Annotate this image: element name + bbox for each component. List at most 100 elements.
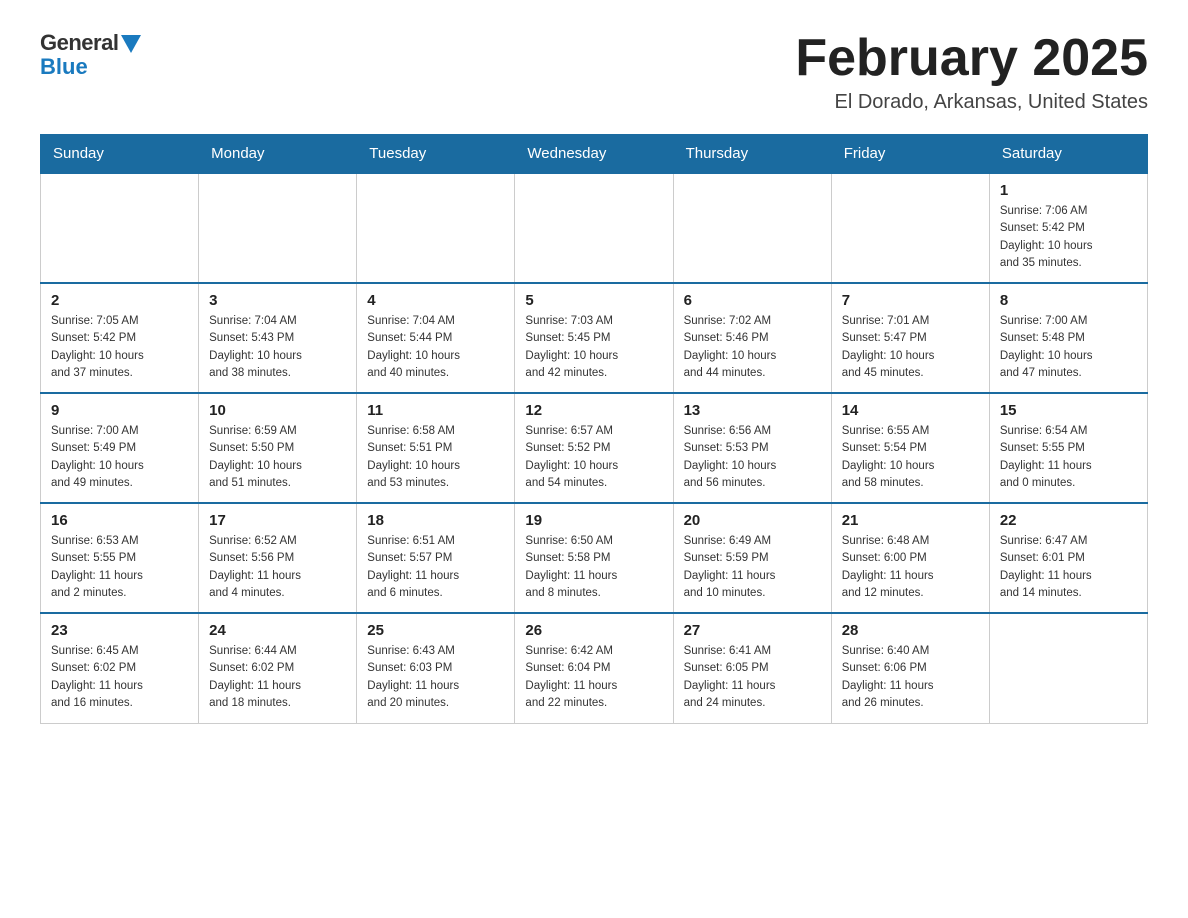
day-number: 22 xyxy=(1000,512,1137,529)
day-info: Sunrise: 6:56 AM Sunset: 5:53 PM Dayligh… xyxy=(684,423,821,492)
logo-general-text: General xyxy=(40,30,118,56)
calendar-cell: 11Sunrise: 6:58 AM Sunset: 5:51 PM Dayli… xyxy=(357,393,515,503)
day-number: 3 xyxy=(209,292,346,309)
calendar-cell: 8Sunrise: 7:00 AM Sunset: 5:48 PM Daylig… xyxy=(989,283,1147,393)
calendar-cell: 12 Sunrise: 6:57 AM Sunset: 5:52 PM Dayli… xyxy=(515,393,673,503)
day-info: Sunrise: 6:54 AM Sunset: 5:55 PM Dayligh… xyxy=(1000,423,1137,492)
title-section: February 2025 El Dorado, Arkansas, Unite… xyxy=(795,30,1148,114)
day-info: Sunrise: 6:55 AM Sunset: 5:54 PM Dayligh… xyxy=(842,423,979,492)
day-info: Sunrise: 6:50 AM Sunset: 5:58 PM Dayligh… xyxy=(525,533,662,602)
day-number: 4 xyxy=(367,292,504,309)
day-info: Sunrise: 7:05 AM Sunset: 5:42 PM Dayligh… xyxy=(51,313,188,382)
calendar-cell: 6 Sunrise: 7:02 AM Sunset: 5:46 PM Daylig… xyxy=(673,283,831,393)
calendar-cell: 22 Sunrise: 6:47 AM Sunset: 6:01 PM Dayli… xyxy=(989,503,1147,613)
day-info: Sunrise: 7:00 AM Sunset: 5:49 PM Dayligh… xyxy=(51,423,188,492)
day-info: Sunrise: 6:42 AM Sunset: 6:04 PM Dayligh… xyxy=(525,643,662,712)
day-info: Sunrise: 6:49 AM Sunset: 5:59 PM Dayligh… xyxy=(684,533,821,602)
day-info: Sunrise: 6:41 AM Sunset: 6:05 PM Dayligh… xyxy=(684,643,821,712)
calendar-cell: 25 Sunrise: 6:43 AM Sunset: 6:03 PM Dayli… xyxy=(357,613,515,723)
day-number: 5 xyxy=(525,292,662,309)
day-info: Sunrise: 6:51 AM Sunset: 5:57 PM Dayligh… xyxy=(367,533,504,602)
day-info: Sunrise: 7:03 AM Sunset: 5:45 PM Dayligh… xyxy=(525,313,662,382)
day-number: 24 xyxy=(209,622,346,639)
weekday-header-wednesday: Wednesday xyxy=(515,135,673,174)
day-number: 28 xyxy=(842,622,979,639)
day-info: Sunrise: 7:04 AM Sunset: 5:43 PM Dayligh… xyxy=(209,313,346,382)
calendar-cell: 9Sunrise: 7:00 AM Sunset: 5:49 PM Daylig… xyxy=(41,393,199,503)
weekday-header-friday: Friday xyxy=(831,135,989,174)
calendar-cell: 1 Sunrise: 7:06 AM Sunset: 5:42 PM Daylig… xyxy=(989,173,1147,283)
weekday-header-thursday: Thursday xyxy=(673,135,831,174)
page-header: General Blue February 2025 El Dorado, Ar… xyxy=(40,30,1148,114)
day-info: Sunrise: 6:45 AM Sunset: 6:02 PM Dayligh… xyxy=(51,643,188,712)
calendar-cell xyxy=(673,173,831,283)
weekday-header-sunday: Sunday xyxy=(41,135,199,174)
day-info: Sunrise: 7:00 AM Sunset: 5:48 PM Dayligh… xyxy=(1000,313,1137,382)
day-number: 7 xyxy=(842,292,979,309)
location-text: El Dorado, Arkansas, United States xyxy=(795,91,1148,114)
day-number: 20 xyxy=(684,512,821,529)
day-number: 27 xyxy=(684,622,821,639)
logo-blue-text: Blue xyxy=(40,54,88,80)
day-info: Sunrise: 6:44 AM Sunset: 6:02 PM Dayligh… xyxy=(209,643,346,712)
day-info: Sunrise: 6:40 AM Sunset: 6:06 PM Dayligh… xyxy=(842,643,979,712)
day-number: 26 xyxy=(525,622,662,639)
day-info: Sunrise: 6:47 AM Sunset: 6:01 PM Dayligh… xyxy=(1000,533,1137,602)
day-info: Sunrise: 6:48 AM Sunset: 6:00 PM Dayligh… xyxy=(842,533,979,602)
weekday-header-saturday: Saturday xyxy=(989,135,1147,174)
week-row-3: 9Sunrise: 7:00 AM Sunset: 5:49 PM Daylig… xyxy=(41,393,1148,503)
day-number: 21 xyxy=(842,512,979,529)
day-number: 19 xyxy=(525,512,662,529)
calendar-cell: 3 Sunrise: 7:04 AM Sunset: 5:43 PM Daylig… xyxy=(199,283,357,393)
day-info: Sunrise: 6:52 AM Sunset: 5:56 PM Dayligh… xyxy=(209,533,346,602)
day-info: Sunrise: 6:59 AM Sunset: 5:50 PM Dayligh… xyxy=(209,423,346,492)
week-row-2: 2 Sunrise: 7:05 AM Sunset: 5:42 PM Daylig… xyxy=(41,283,1148,393)
calendar-cell: 13Sunrise: 6:56 AM Sunset: 5:53 PM Dayli… xyxy=(673,393,831,503)
calendar-cell: 24 Sunrise: 6:44 AM Sunset: 6:02 PM Dayli… xyxy=(199,613,357,723)
day-number: 23 xyxy=(51,622,188,639)
calendar-cell: 20 Sunrise: 6:49 AM Sunset: 5:59 PM Dayli… xyxy=(673,503,831,613)
day-number: 17 xyxy=(209,512,346,529)
day-number: 6 xyxy=(684,292,821,309)
week-row-1: 1 Sunrise: 7:06 AM Sunset: 5:42 PM Daylig… xyxy=(41,173,1148,283)
calendar-table: SundayMondayTuesdayWednesdayThursdayFrid… xyxy=(40,134,1148,724)
calendar-cell: 7Sunrise: 7:01 AM Sunset: 5:47 PM Daylig… xyxy=(831,283,989,393)
day-number: 16 xyxy=(51,512,188,529)
day-number: 2 xyxy=(51,292,188,309)
calendar-cell: 4 Sunrise: 7:04 AM Sunset: 5:44 PM Daylig… xyxy=(357,283,515,393)
day-info: Sunrise: 7:06 AM Sunset: 5:42 PM Dayligh… xyxy=(1000,203,1137,272)
calendar-cell: 16Sunrise: 6:53 AM Sunset: 5:55 PM Dayli… xyxy=(41,503,199,613)
weekday-header-monday: Monday xyxy=(199,135,357,174)
day-number: 18 xyxy=(367,512,504,529)
day-number: 14 xyxy=(842,402,979,419)
calendar-cell xyxy=(515,173,673,283)
day-number: 12 xyxy=(525,402,662,419)
day-number: 25 xyxy=(367,622,504,639)
calendar-cell: 27 Sunrise: 6:41 AM Sunset: 6:05 PM Dayli… xyxy=(673,613,831,723)
calendar-cell: 2 Sunrise: 7:05 AM Sunset: 5:42 PM Daylig… xyxy=(41,283,199,393)
calendar-cell xyxy=(989,613,1147,723)
day-number: 10 xyxy=(209,402,346,419)
day-info: Sunrise: 7:04 AM Sunset: 5:44 PM Dayligh… xyxy=(367,313,504,382)
calendar-cell: 18 Sunrise: 6:51 AM Sunset: 5:57 PM Dayli… xyxy=(357,503,515,613)
month-title: February 2025 xyxy=(795,30,1148,87)
calendar-cell: 15 Sunrise: 6:54 AM Sunset: 5:55 PM Dayli… xyxy=(989,393,1147,503)
calendar-cell xyxy=(199,173,357,283)
day-number: 11 xyxy=(367,402,504,419)
calendar-cell xyxy=(357,173,515,283)
day-number: 1 xyxy=(1000,182,1137,199)
calendar-cell: 14 Sunrise: 6:55 AM Sunset: 5:54 PM Dayli… xyxy=(831,393,989,503)
weekday-header-tuesday: Tuesday xyxy=(357,135,515,174)
calendar-cell: 17 Sunrise: 6:52 AM Sunset: 5:56 PM Dayli… xyxy=(199,503,357,613)
day-info: Sunrise: 6:57 AM Sunset: 5:52 PM Dayligh… xyxy=(525,423,662,492)
day-info: Sunrise: 7:02 AM Sunset: 5:46 PM Dayligh… xyxy=(684,313,821,382)
day-info: Sunrise: 6:43 AM Sunset: 6:03 PM Dayligh… xyxy=(367,643,504,712)
week-row-5: 23 Sunrise: 6:45 AM Sunset: 6:02 PM Dayli… xyxy=(41,613,1148,723)
calendar-cell xyxy=(831,173,989,283)
logo-triangle-icon xyxy=(121,35,141,53)
calendar-cell xyxy=(41,173,199,283)
calendar-cell: 5 Sunrise: 7:03 AM Sunset: 5:45 PM Daylig… xyxy=(515,283,673,393)
calendar-cell: 19 Sunrise: 6:50 AM Sunset: 5:58 PM Dayli… xyxy=(515,503,673,613)
week-row-4: 16Sunrise: 6:53 AM Sunset: 5:55 PM Dayli… xyxy=(41,503,1148,613)
day-number: 15 xyxy=(1000,402,1137,419)
